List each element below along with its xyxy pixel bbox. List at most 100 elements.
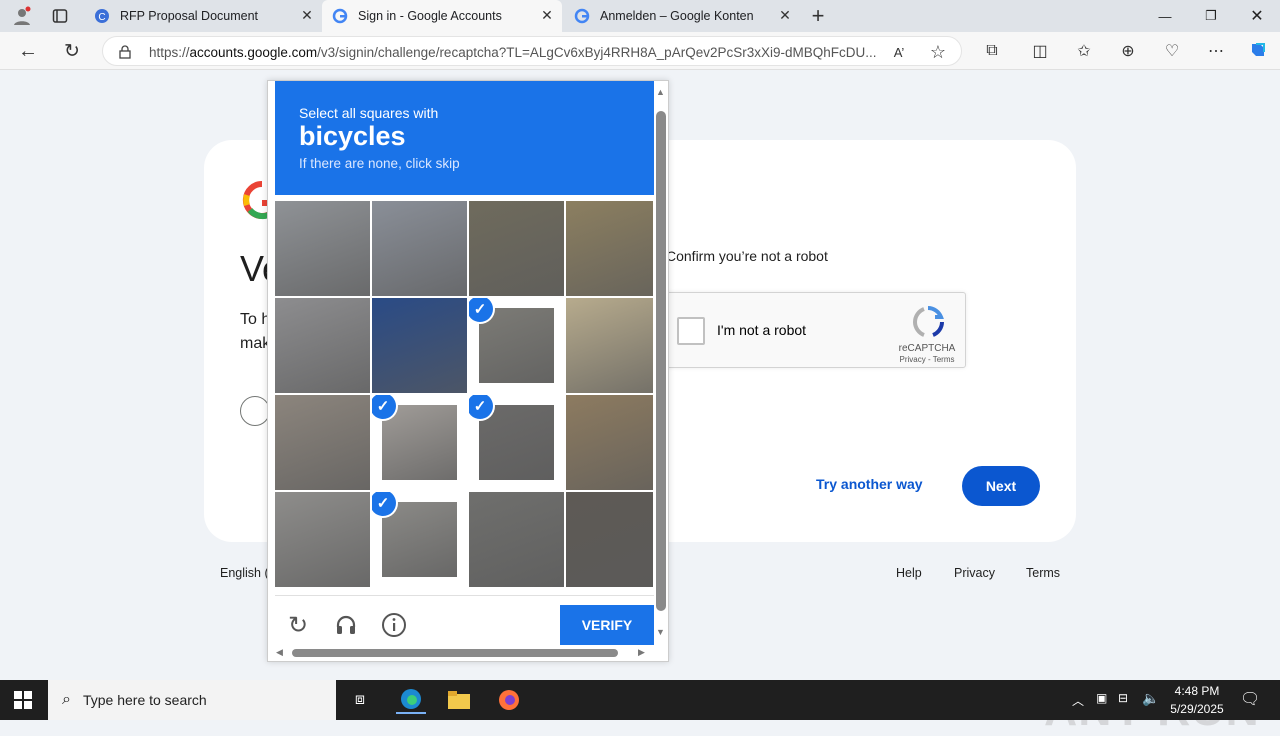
captcha-tile-image: [382, 405, 457, 480]
try-another-way-button[interactable]: Try another way: [816, 476, 923, 492]
collections-icon[interactable]: ⊕: [1116, 39, 1140, 63]
tab-rfp-proposal[interactable]: C RFP Proposal Document ✕: [84, 0, 322, 32]
recaptcha-widget: I'm not a robot reCAPTCHA Privacy - Term…: [662, 292, 966, 368]
captcha-tile[interactable]: [566, 298, 653, 393]
captcha-tile-image: [479, 405, 554, 480]
copilot-icon[interactable]: [1246, 38, 1270, 62]
new-tab-icon[interactable]: +: [806, 3, 830, 28]
captcha-tile-image: [479, 308, 554, 383]
confirm-robot-text: Confirm you’re not a robot: [666, 248, 828, 264]
captcha-tile[interactable]: ✓: [469, 298, 564, 393]
show-hidden-icons-icon[interactable]: ︿: [1072, 692, 1084, 709]
close-tab-icon[interactable]: ✕: [300, 8, 314, 22]
captcha-tile[interactable]: [566, 492, 653, 587]
windows-start-icon[interactable]: [12, 690, 34, 710]
captcha-tile[interactable]: [275, 492, 370, 587]
tab-sign-in-google[interactable]: Sign in - Google Accounts ✕: [322, 0, 562, 32]
captcha-tile[interactable]: [275, 298, 370, 393]
captcha-tile[interactable]: [566, 395, 653, 490]
captcha-tile-image: [566, 298, 653, 393]
recaptcha-checkbox[interactable]: [677, 317, 705, 345]
favorites-icon[interactable]: ✩: [1072, 39, 1096, 63]
captcha-tile-image: [469, 492, 564, 587]
terms-link[interactable]: Terms: [1026, 566, 1060, 580]
captcha-tile[interactable]: [372, 298, 467, 393]
captcha-grid: ✓ ✓ ✓ ✓: [275, 201, 654, 589]
close-tab-icon[interactable]: ✕: [540, 8, 554, 22]
verify-button[interactable]: VERIFY: [560, 605, 654, 645]
captcha-tile[interactable]: ✓: [372, 492, 467, 587]
captcha-tile[interactable]: [372, 201, 467, 296]
read-aloud-icon[interactable]: A’: [889, 43, 909, 61]
scroll-left-icon[interactable]: ◀: [276, 647, 283, 658]
captcha-tile[interactable]: ✓: [469, 395, 564, 490]
lock-icon[interactable]: [117, 44, 133, 60]
captcha-tile[interactable]: [275, 395, 370, 490]
info-icon[interactable]: [380, 611, 408, 639]
captcha-instruction: Select all squares with: [299, 105, 439, 121]
task-view-icon[interactable]: ⧈: [348, 688, 372, 712]
taskbar: ⌕ Type here to search ⧈ ︿ ▣ ⊟ 🔈 4:48 PM …: [0, 680, 1280, 720]
captcha-tile[interactable]: [469, 492, 564, 587]
scroll-right-icon[interactable]: ▶: [638, 647, 645, 658]
edge-taskbar-icon[interactable]: [396, 686, 426, 714]
captcha-tile-image: [566, 201, 653, 296]
file-explorer-icon[interactable]: [446, 688, 472, 712]
firefox-icon[interactable]: [496, 688, 522, 712]
privacy-link[interactable]: Privacy: [954, 566, 995, 580]
captcha-tile-image: [382, 502, 457, 577]
recaptcha-brand: reCAPTCHA: [898, 343, 956, 354]
split-screen-icon[interactable]: ◫: [1028, 39, 1052, 63]
back-icon[interactable]: ←: [14, 38, 42, 64]
captcha-hint: If there are none, click skip: [299, 156, 460, 171]
scroll-down-icon[interactable]: ▼: [656, 627, 665, 637]
vertical-scroll-thumb[interactable]: [656, 111, 666, 611]
tab-label: Anmelden – Google Konten: [600, 9, 754, 23]
favorite-star-icon[interactable]: ☆: [927, 42, 949, 62]
search-icon: ⌕: [62, 691, 71, 708]
captcha-tile-image: [469, 201, 564, 296]
volume-icon[interactable]: 🔈: [1142, 690, 1159, 707]
taskbar-search[interactable]: ⌕ Type here to search: [48, 680, 336, 720]
reload-icon[interactable]: ↻: [284, 611, 312, 639]
recaptcha-logo-icon: [911, 305, 945, 339]
tab-label: RFP Proposal Document: [120, 9, 259, 23]
account-chip[interactable]: [240, 396, 270, 426]
refresh-icon[interactable]: ↻: [58, 38, 86, 64]
language-selector[interactable]: English (: [220, 566, 269, 580]
captcha-tile[interactable]: [469, 201, 564, 296]
clock-time[interactable]: 4:48 PM: [1172, 684, 1222, 698]
captcha-tile-image: [275, 298, 370, 393]
url-domain: accounts.google.com: [189, 45, 318, 60]
extensions-icon[interactable]: ⧉: [980, 39, 1004, 63]
captcha-tile[interactable]: [566, 201, 653, 296]
url-field[interactable]: https://accounts.google.com/v3/signin/ch…: [102, 36, 962, 66]
captcha-tile-image: [275, 201, 370, 296]
audio-challenge-icon[interactable]: [332, 611, 360, 639]
network-icon[interactable]: ▣: [1096, 691, 1107, 705]
help-link[interactable]: Help: [896, 566, 922, 580]
captcha-divider: [275, 595, 654, 596]
edge-document-icon: C: [94, 8, 110, 24]
address-bar: ← ↻ https://accounts.google.com/v3/signi…: [0, 32, 1280, 70]
restore-icon[interactable]: ❐: [1188, 0, 1234, 32]
close-tab-icon[interactable]: ✕: [778, 8, 792, 22]
scroll-up-icon[interactable]: ▲: [656, 87, 665, 97]
url-text[interactable]: https://accounts.google.com/v3/signin/ch…: [149, 45, 879, 60]
next-button[interactable]: Next: [962, 466, 1040, 506]
tab-actions-icon[interactable]: [48, 4, 72, 28]
profile-icon[interactable]: [8, 4, 36, 28]
notifications-icon[interactable]: 🗨: [1240, 689, 1260, 709]
browser-essentials-icon[interactable]: ♡: [1160, 39, 1184, 63]
captcha-header: Select all squares with bicycles If ther…: [275, 81, 654, 195]
captcha-tile[interactable]: [275, 201, 370, 296]
tab-anmelden-google[interactable]: Anmelden – Google Konten ✕: [564, 0, 800, 32]
recaptcha-links[interactable]: Privacy - Terms: [895, 355, 959, 364]
captcha-tile[interactable]: ✓: [372, 395, 467, 490]
close-window-icon[interactable]: ✕: [1234, 0, 1280, 32]
clock-date[interactable]: 5/29/2025: [1166, 702, 1228, 716]
horizontal-scroll-thumb[interactable]: [292, 649, 618, 657]
wifi-icon[interactable]: ⊟: [1118, 691, 1128, 705]
more-menu-icon[interactable]: ⋯: [1204, 39, 1228, 63]
minimize-icon[interactable]: —: [1142, 0, 1188, 32]
